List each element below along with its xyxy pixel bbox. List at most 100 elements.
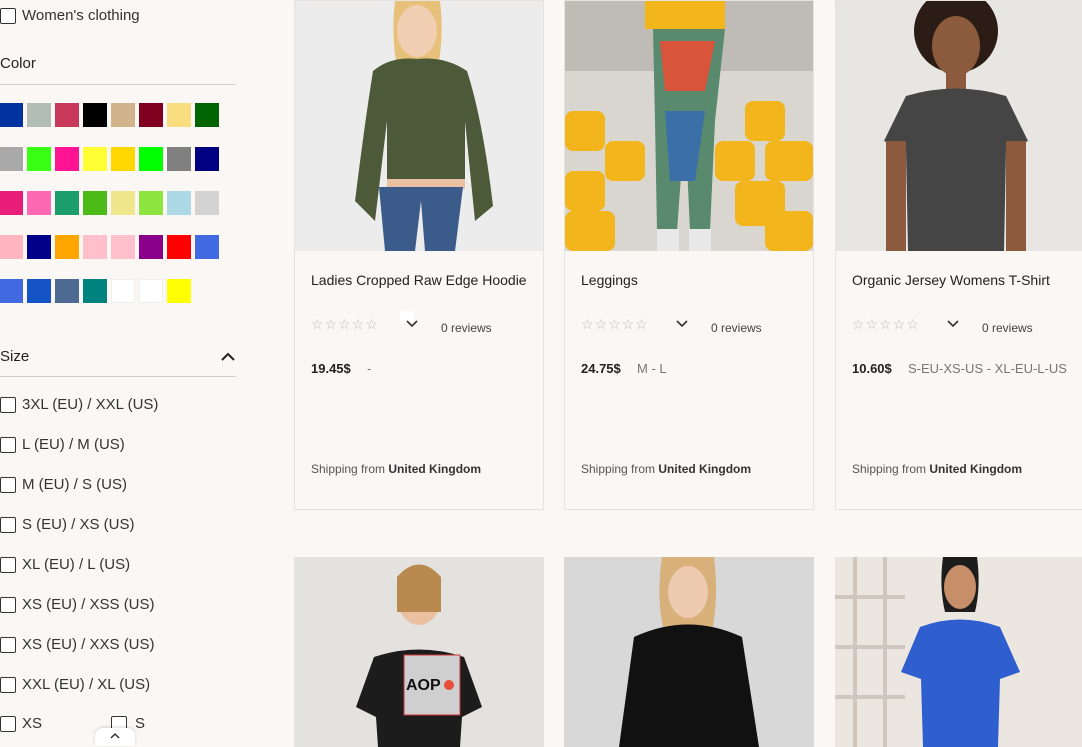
tshirt-photo (836, 1, 1082, 251)
color-swatch[interactable] (0, 279, 23, 303)
color-swatch[interactable] (27, 279, 51, 303)
checkbox-label: Women's clothing (22, 7, 140, 24)
color-swatch[interactable] (83, 103, 107, 127)
color-swatch[interactable] (111, 147, 135, 171)
color-swatch[interactable] (167, 103, 191, 127)
size-checkbox[interactable] (0, 517, 16, 533)
color-swatch[interactable] (83, 147, 107, 171)
color-swatch[interactable] (83, 235, 107, 259)
color-swatch[interactable] (0, 103, 23, 127)
product-price: 19.45$ (311, 361, 351, 376)
product-image[interactable] (295, 1, 543, 251)
blue-tshirt-photo (835, 557, 1082, 747)
color-swatch[interactable] (55, 235, 79, 259)
size-checkbox[interactable] (0, 637, 16, 653)
product-card[interactable]: Leggings ☆☆☆☆☆ 0 reviews 24.75$ M - L Sh… (564, 0, 814, 510)
size-label: XS (EU) / XSS (US) (22, 596, 155, 613)
size-checkbox[interactable] (0, 557, 16, 573)
reviews-count[interactable]: 0 reviews (441, 321, 492, 335)
color-swatch[interactable] (111, 279, 135, 303)
color-swatch[interactable] (27, 191, 51, 215)
color-swatch[interactable] (27, 103, 51, 127)
color-swatch[interactable] (139, 235, 163, 259)
shipping-info: Shipping from United Kingdom (852, 462, 1022, 476)
shipping-info: Shipping from United Kingdom (581, 462, 751, 476)
color-swatch[interactable] (167, 147, 191, 171)
color-swatch[interactable] (55, 147, 79, 171)
color-swatch[interactable] (195, 191, 219, 215)
product-card[interactable]: Organic Jersey Womens T-Shirt ☆☆☆☆☆ 0 re… (835, 0, 1082, 510)
color-swatch[interactable] (111, 103, 135, 127)
product-image[interactable] (836, 1, 1082, 251)
size-label: XS (EU) / XXS (US) (22, 636, 155, 653)
aop-logo-text: AOP (406, 677, 441, 694)
star-rating: ☆☆☆☆☆ (852, 316, 920, 332)
chevron-down-icon[interactable] (405, 319, 419, 329)
color-swatch[interactable] (167, 279, 191, 303)
size-checkbox[interactable] (0, 597, 16, 613)
leggings-photo (565, 1, 813, 251)
black-hoodie-photo (564, 557, 814, 747)
color-swatch[interactable] (83, 279, 107, 303)
color-swatch[interactable] (167, 235, 191, 259)
shipping-country: United Kingdom (929, 462, 1023, 476)
color-swatch[interactable] (195, 235, 219, 259)
color-swatch[interactable] (55, 191, 79, 215)
product-price: 24.75$ (581, 361, 621, 376)
checkbox-womens-clothing[interactable] (0, 8, 16, 24)
reviews-count[interactable]: 0 reviews (711, 321, 762, 335)
color-swatch[interactable] (139, 191, 163, 215)
filter-sidebar: Women's clothing Color Size 3XL (EU) / X… (0, 0, 240, 746)
color-swatch[interactable] (195, 103, 219, 127)
color-swatch[interactable] (27, 235, 51, 259)
product-sizes: M - L (637, 361, 667, 376)
product-card[interactable]: Ladies Cropped Raw Edge Hoodie ☆☆☆☆☆ 0 r… (294, 0, 544, 510)
color-swatch[interactable] (55, 279, 79, 303)
star-rating: ☆☆☆☆☆ (581, 316, 649, 332)
color-swatch[interactable] (55, 103, 79, 127)
size-label: XXL (EU) / XL (US) (22, 676, 151, 693)
product-image[interactable] (835, 557, 1082, 747)
chevron-down-icon[interactable] (675, 319, 689, 329)
color-swatch[interactable] (167, 191, 191, 215)
product-title[interactable]: Organic Jersey Womens T-Shirt (852, 272, 1050, 288)
size-label: XL (EU) / L (US) (22, 556, 131, 573)
product-title[interactable]: Ladies Cropped Raw Edge Hoodie (311, 272, 527, 288)
divider (0, 84, 236, 85)
size-label: S (EU) / XS (US) (22, 516, 135, 533)
color-swatch[interactable] (139, 279, 163, 303)
color-swatch[interactable] (0, 147, 23, 171)
product-image[interactable] (564, 557, 814, 747)
product-title[interactable]: Leggings (581, 272, 638, 288)
color-swatch[interactable] (111, 191, 135, 215)
color-swatch[interactable] (195, 147, 219, 171)
product-sizes: S-EU-XS-US - XL-EU-L-US (908, 361, 1067, 376)
reviews-count[interactable]: 0 reviews (982, 321, 1033, 335)
size-checkbox[interactable] (0, 677, 16, 693)
shipping-prefix: Shipping from (581, 462, 656, 476)
product-price: 10.60$ (852, 361, 892, 376)
size-checkbox[interactable] (0, 437, 16, 453)
chevron-up-icon[interactable] (220, 350, 236, 362)
color-swatch[interactable] (111, 235, 135, 259)
color-swatch[interactable] (27, 147, 51, 171)
size-label: M (EU) / S (US) (22, 476, 127, 493)
hoodie-photo (295, 1, 543, 251)
color-swatch[interactable] (139, 103, 163, 127)
product-image[interactable] (565, 1, 813, 251)
color-swatch[interactable] (0, 235, 23, 259)
color-swatch[interactable] (0, 191, 23, 215)
scroll-up-handle[interactable] (95, 728, 135, 746)
size-checkbox[interactable] (0, 397, 16, 413)
color-swatch[interactable] (83, 191, 107, 215)
chevron-down-icon[interactable] (946, 319, 960, 329)
color-swatch[interactable] (139, 147, 163, 171)
size-label: L (EU) / M (US) (22, 436, 125, 453)
shipping-country: United Kingdom (658, 462, 752, 476)
size-label-s: S (135, 715, 146, 732)
checkbox-size-xs[interactable] (0, 716, 16, 732)
size-checkbox[interactable] (0, 477, 16, 493)
color-section-title: Color (0, 55, 36, 72)
shipping-country: United Kingdom (388, 462, 482, 476)
product-image[interactable]: AOP (294, 557, 544, 747)
